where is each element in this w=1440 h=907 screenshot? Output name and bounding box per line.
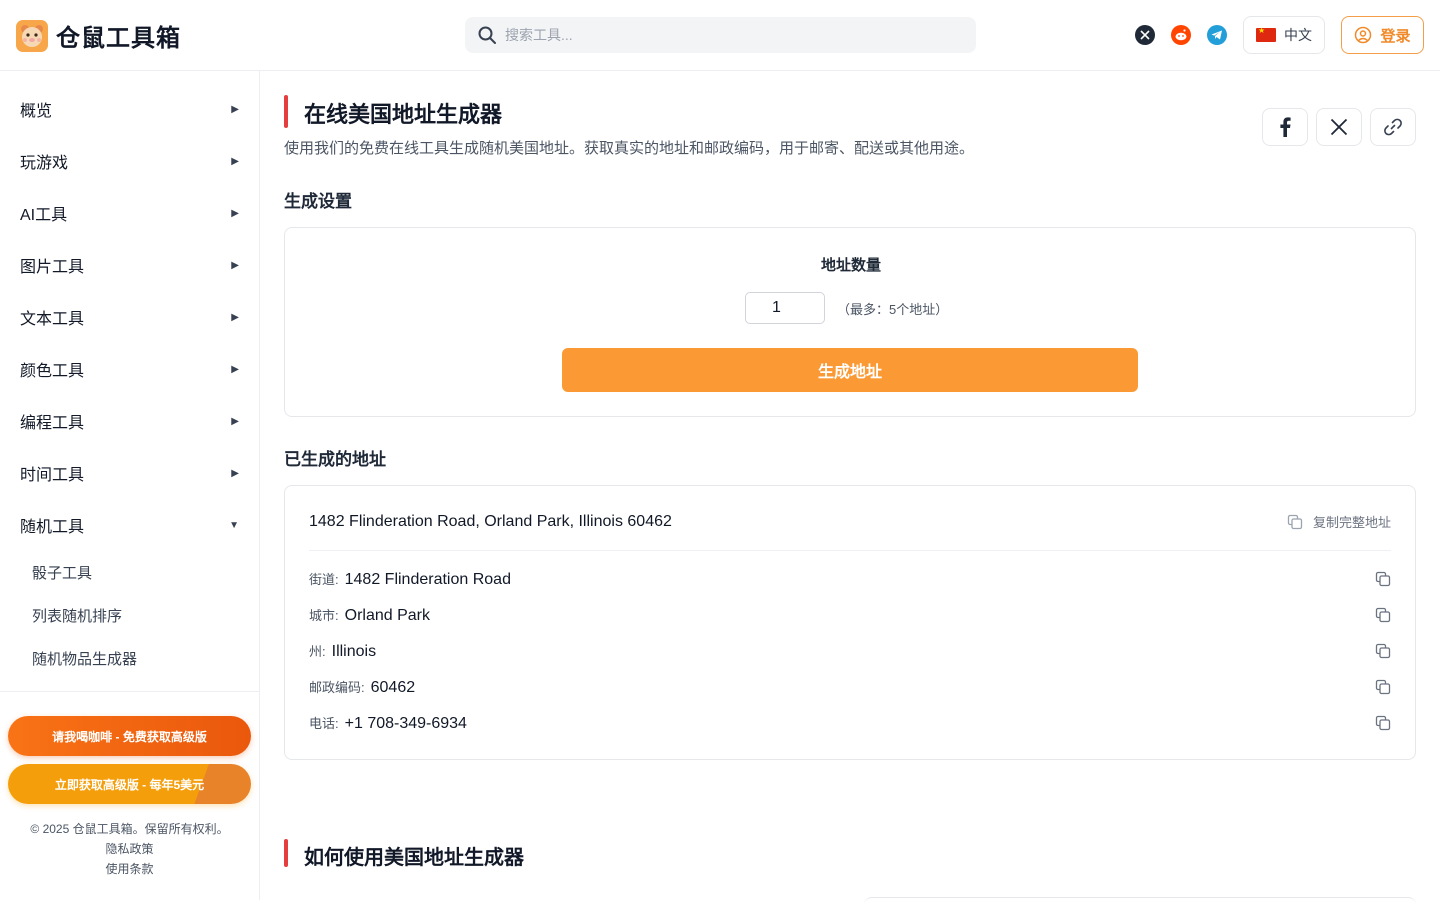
expand-arrow-icon: ▶ <box>231 207 239 219</box>
sidebar-subitem-dice[interactable]: 骰子工具 <box>0 551 259 594</box>
sidebar-item-label: 玩游戏 <box>20 155 69 172</box>
field-value: Orland Park <box>344 607 430 624</box>
sidebar-item-image-tools[interactable]: 图片工具 ▶ <box>0 239 259 291</box>
copy-full-address-label: 复制完整地址 <box>1312 515 1391 530</box>
telegram-icon[interactable] <box>1207 25 1227 45</box>
search-icon <box>478 26 496 44</box>
expand-arrow-icon: ▶ <box>231 415 239 427</box>
sidebar: 概览 ▶ 玩游戏 ▶ AI工具 ▶ 图片工具 ▶ 文本工具 ▶ 颜色工具 ▶ 编… <box>0 71 260 900</box>
brand-name: 仓鼠工具箱 <box>56 25 181 52</box>
settings-section-title: 生成设置 <box>284 192 352 211</box>
sidebar-item-ai-tools[interactable]: AI工具 ▶ <box>0 187 259 239</box>
expand-arrow-icon: ▶ <box>231 363 239 375</box>
illustration-box <box>864 897 1416 907</box>
copy-icon[interactable] <box>1375 679 1391 695</box>
privacy-link[interactable]: 隐私政策 <box>0 839 259 859</box>
field-label: 州: <box>309 644 326 659</box>
share-facebook-button[interactable] <box>1262 108 1308 146</box>
sidebar-item-label: 文本工具 <box>20 311 85 328</box>
page-description: 使用我们的免费在线工具生成随机美国地址。获取真实的地址和邮政编码，用于邮寄、配送… <box>284 140 975 157</box>
sidebar-item-text-tools[interactable]: 文本工具 ▶ <box>0 291 259 343</box>
field-label: 电话: <box>309 716 339 731</box>
settings-card: 地址数量 （最多：5个地址） 生成地址 <box>284 227 1416 417</box>
sidebar-item-label: 图片工具 <box>20 259 85 276</box>
copyright-text: © 2025 仓鼠工具箱。保留所有权利。 <box>30 822 229 836</box>
china-flag-icon <box>1256 26 1276 42</box>
field-value: Illinois <box>331 643 377 660</box>
copy-link-button[interactable] <box>1370 108 1416 146</box>
language-selector[interactable]: 中文 <box>1243 16 1325 54</box>
field-value: +1 708-349-6934 <box>344 715 467 732</box>
sidebar-item-label: 时间工具 <box>20 467 85 484</box>
field-label: 街道: <box>309 572 339 587</box>
user-circle-icon <box>1355 26 1372 44</box>
get-premium-button[interactable]: 立即获取高级版 - 每年5美元 <box>8 764 251 804</box>
copy-full-address-button[interactable]: 复制完整地址 <box>1287 512 1391 531</box>
x-icon[interactable] <box>1135 25 1155 45</box>
address-field-city: 城市: Orland Park <box>309 603 1391 627</box>
copy-icon[interactable] <box>1375 607 1391 623</box>
generate-address-button[interactable]: 生成地址 <box>562 348 1138 392</box>
copy-icon <box>1287 514 1303 529</box>
collapse-arrow-icon: ▼ <box>229 519 239 531</box>
how-title-accent-bar <box>284 839 288 867</box>
copy-icon[interactable] <box>1375 643 1391 659</box>
copy-icon[interactable] <box>1375 571 1391 587</box>
full-address: 1482 Flinderation Road, Orland Park, Ill… <box>309 513 672 530</box>
title-accent-bar <box>284 95 288 128</box>
sidebar-item-random-tools[interactable]: 随机工具 ▼ <box>0 499 259 551</box>
facebook-icon <box>1280 117 1291 137</box>
address-count-hint: （最多：5个地址） <box>837 302 949 317</box>
language-label: 中文 <box>1284 27 1312 43</box>
terms-link[interactable]: 使用条款 <box>0 859 259 879</box>
sidebar-item-overview[interactable]: 概览 ▶ <box>0 83 259 135</box>
address-field-street: 街道: 1482 Flinderation Road <box>309 567 1391 591</box>
sidebar-item-label: 编程工具 <box>20 415 85 432</box>
field-label: 邮政编码: <box>309 680 365 695</box>
sidebar-item-coding-tools[interactable]: 编程工具 ▶ <box>0 395 259 447</box>
search-bar[interactable] <box>465 17 976 53</box>
reddit-icon[interactable] <box>1171 25 1191 45</box>
buy-coffee-button[interactable]: 请我喝咖啡 - 免费获取高级版 <box>8 716 251 756</box>
sidebar-subitem-list-shuffle[interactable]: 列表随机排序 <box>0 594 259 637</box>
expand-arrow-icon: ▶ <box>231 467 239 479</box>
sidebar-item-color-tools[interactable]: 颜色工具 ▶ <box>0 343 259 395</box>
address-divider <box>309 550 1391 551</box>
address-count-label: 地址数量 <box>820 257 881 274</box>
sidebar-item-time-tools[interactable]: 时间工具 ▶ <box>0 447 259 499</box>
how-to-use-title: 如何使用美国地址生成器 <box>304 847 524 869</box>
brand-logo[interactable]: 仓鼠工具箱 <box>16 18 181 53</box>
x-icon <box>1330 118 1348 136</box>
link-icon <box>1384 118 1402 136</box>
sidebar-item-games[interactable]: 玩游戏 ▶ <box>0 135 259 187</box>
sidebar-item-label: 概览 <box>20 103 53 120</box>
sidebar-footer: © 2025 仓鼠工具箱。保留所有权利。 隐私政策 使用条款 <box>0 819 259 879</box>
results-section-title: 已生成的地址 <box>284 450 386 469</box>
share-x-button[interactable] <box>1316 108 1362 146</box>
sidebar-item-label: 随机工具 <box>20 519 85 536</box>
address-count-input[interactable] <box>745 292 825 324</box>
sidebar-item-label: 颜色工具 <box>20 363 85 380</box>
search-input[interactable] <box>505 27 945 43</box>
field-value: 1482 Flinderation Road <box>344 571 511 588</box>
sidebar-item-label: AI工具 <box>20 207 68 224</box>
copy-icon[interactable] <box>1375 715 1391 731</box>
address-field-phone: 电话: +1 708-349-6934 <box>309 711 1391 735</box>
address-field-state: 州: Illinois <box>309 639 1391 663</box>
expand-arrow-icon: ▶ <box>231 103 239 115</box>
address-result-card: 1482 Flinderation Road, Orland Park, Ill… <box>284 485 1416 760</box>
address-field-zip: 邮政编码: 60462 <box>309 675 1391 699</box>
expand-arrow-icon: ▶ <box>231 259 239 271</box>
login-label: 登录 <box>1380 27 1411 45</box>
hamster-logo-icon <box>16 19 48 52</box>
sidebar-divider <box>0 691 259 692</box>
login-button[interactable]: 登录 <box>1341 16 1424 54</box>
field-value: 60462 <box>370 679 416 696</box>
top-header: 仓鼠工具箱 中文 登录 <box>0 0 1440 71</box>
field-label: 城市: <box>309 608 339 623</box>
expand-arrow-icon: ▶ <box>231 311 239 323</box>
expand-arrow-icon: ▶ <box>231 155 239 167</box>
sidebar-subitem-random-item[interactable]: 随机物品生成器 <box>0 637 259 680</box>
page-title: 在线美国地址生成器 <box>304 102 503 127</box>
